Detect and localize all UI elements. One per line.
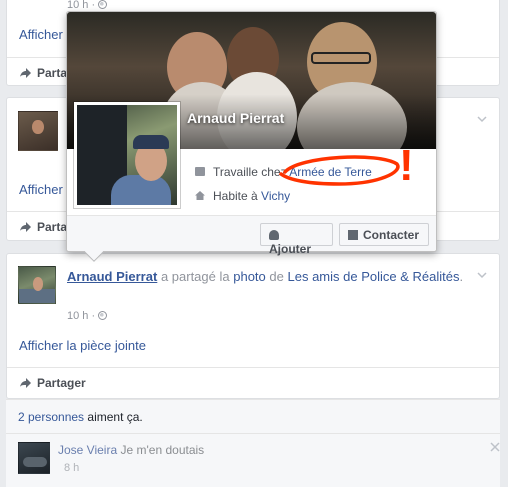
message-icon	[348, 230, 358, 240]
page-link[interactable]: Les amis de Police & Réalités	[288, 269, 460, 284]
comment-body: Jose Vieira Je m'en doutais	[58, 443, 204, 457]
home-icon	[195, 191, 205, 200]
post-card-main: Arnaud Pierrat a partagé la photo de Les…	[6, 253, 500, 399]
time-text[interactable]: 10 h ·	[67, 310, 95, 322]
post-top-time: 10 h ·	[67, 0, 108, 11]
share-icon	[20, 378, 31, 388]
hovercard-footer: Ajouter Contacter	[67, 215, 436, 256]
comment-author-link[interactable]: Jose Vieira	[58, 443, 117, 457]
add-friend-button[interactable]: Ajouter	[260, 223, 333, 256]
share-button[interactable]: Partager	[7, 367, 499, 397]
verb-text: a partagé la	[160, 269, 230, 284]
home-link[interactable]: Vichy	[261, 189, 290, 203]
likes-bar: 2 personnes aiment ça.	[6, 399, 500, 433]
home-prefix: Habite à	[213, 189, 258, 203]
briefcase-icon	[195, 167, 205, 176]
post-top-attachment-link[interactable]: Afficher	[19, 27, 63, 42]
share-icon	[20, 68, 31, 78]
avatar[interactable]	[18, 111, 58, 151]
chevron-down-icon[interactable]	[477, 114, 487, 124]
period-text: .	[459, 269, 464, 284]
share-icon	[20, 222, 31, 232]
home-info: Habite à Vichy	[195, 189, 290, 203]
comment-time[interactable]: 8 h	[64, 462, 79, 474]
author-link[interactable]: Arnaud Pierrat	[67, 269, 157, 284]
add-friend-icon	[269, 230, 279, 240]
likes-count-link[interactable]: 2 personnes	[18, 410, 84, 424]
post-main-time: 10 h ·	[67, 310, 108, 322]
likes-text: aiment ça.	[87, 410, 143, 424]
post-mid-attachment-link[interactable]: Afficher	[19, 182, 63, 197]
time-text: 10 h ·	[67, 0, 96, 11]
comment-item: Jose Vieira Je m'en doutais 8 h	[6, 433, 500, 487]
globe-icon	[98, 311, 108, 320]
attachment-link[interactable]: Afficher la pièce jointe	[19, 338, 146, 353]
share-label: Partager	[37, 376, 86, 390]
annotation-exclamation: !	[399, 141, 414, 190]
close-icon[interactable]	[490, 442, 500, 452]
globe-icon	[98, 0, 108, 9]
work-prefix: Travaille chez	[213, 165, 287, 179]
of-text: de	[269, 269, 284, 284]
comment-text: Je m'en doutais	[120, 443, 205, 457]
message-label: Contacter	[363, 228, 420, 242]
post-header: Arnaud Pierrat a partagé la photo de Les…	[67, 268, 467, 285]
profile-picture[interactable]	[74, 102, 180, 208]
message-button[interactable]: Contacter	[339, 223, 429, 246]
author-avatar[interactable]	[18, 266, 56, 304]
profile-hovercard: Arnaud Pierrat Travaille chez Armée de T…	[66, 11, 437, 262]
chevron-down-icon[interactable]	[477, 270, 487, 280]
hovercard-name[interactable]: Arnaud Pierrat	[187, 110, 284, 126]
photo-link[interactable]: photo	[233, 269, 266, 284]
add-friend-label: Ajouter	[269, 242, 311, 256]
comment-avatar[interactable]	[18, 442, 50, 474]
annotation-circle	[279, 155, 400, 186]
